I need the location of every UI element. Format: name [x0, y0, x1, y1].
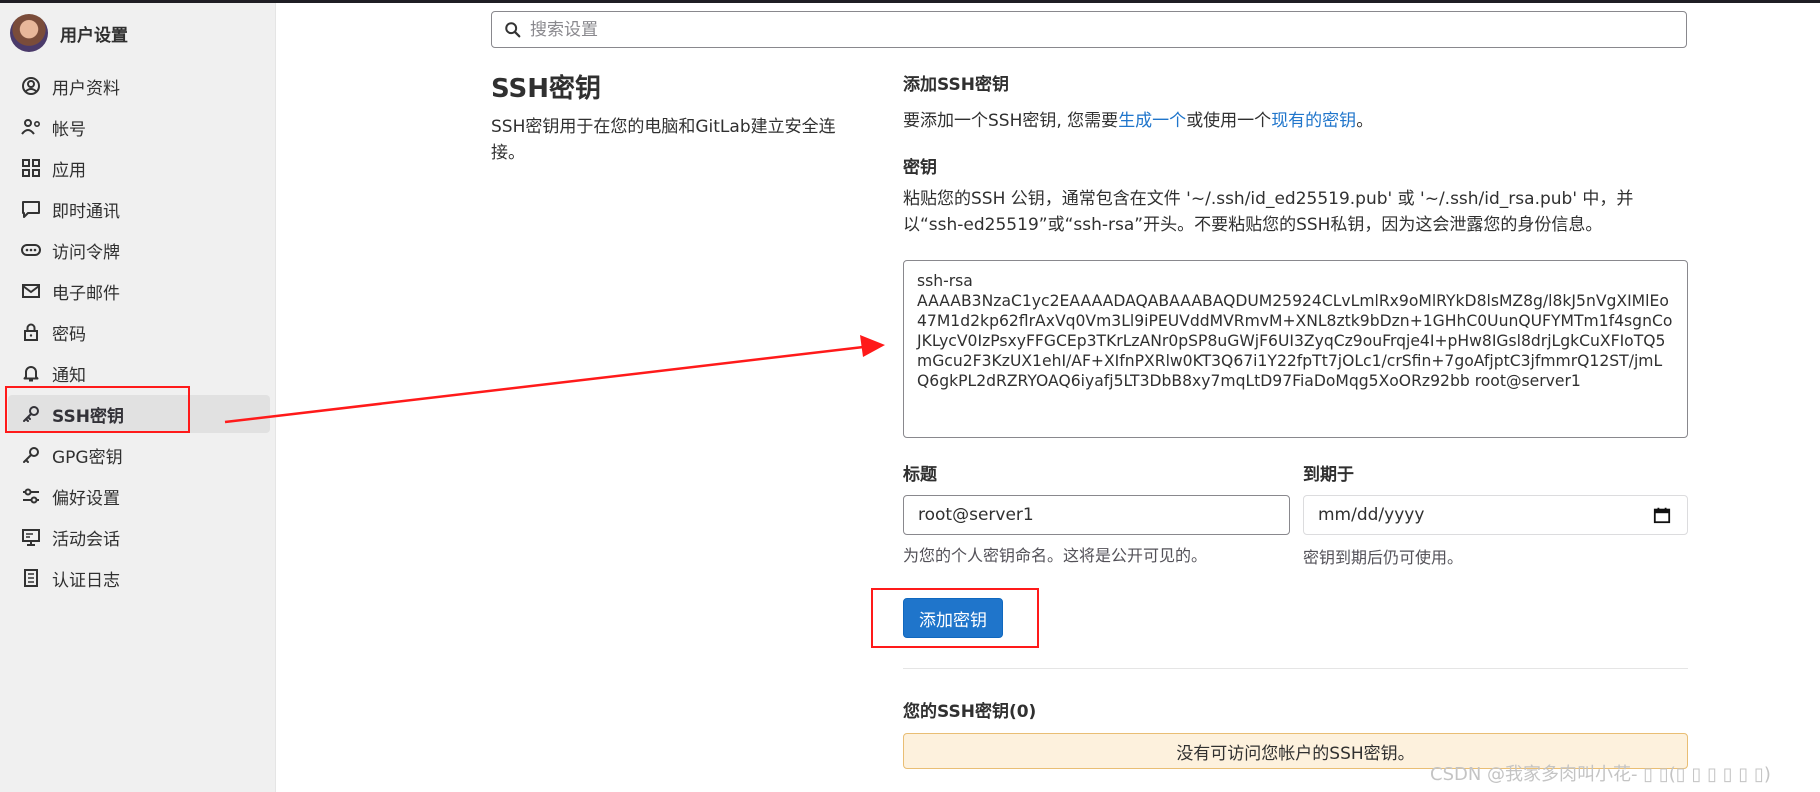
watermark: CSDN @我家多肉叫小花- ▯ ▯(▯ ▯ ▯ ▯ ▯ ▯)	[1430, 764, 1771, 785]
annotation-arrow	[224, 335, 885, 424]
